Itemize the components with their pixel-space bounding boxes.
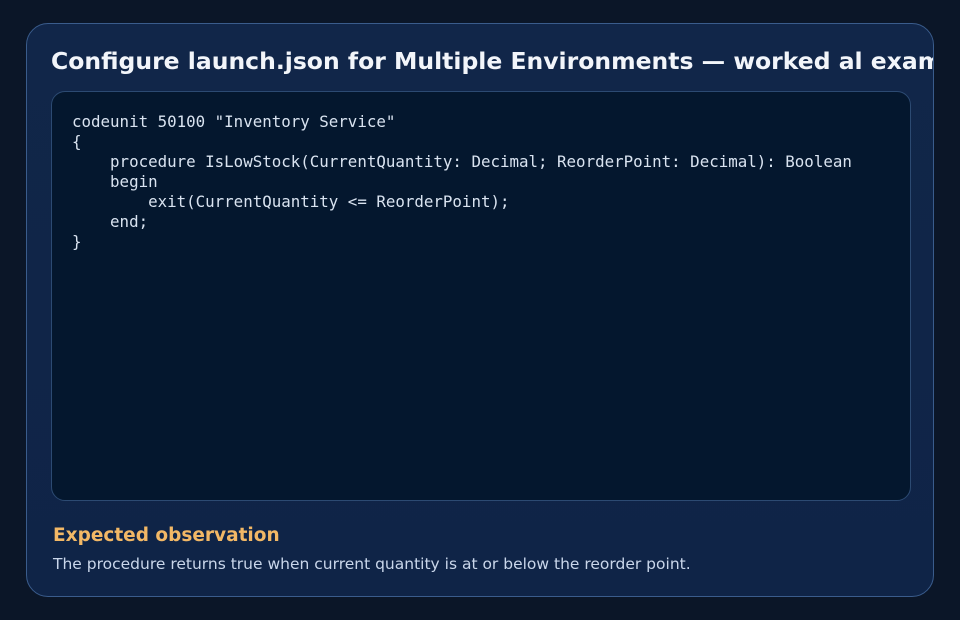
page-title: Configure launch.json for Multiple Envir… xyxy=(51,47,934,75)
code-block: codeunit 50100 "Inventory Service" { pro… xyxy=(51,91,911,501)
code-line: begin xyxy=(72,172,158,191)
example-card: Configure launch.json for Multiple Envir… xyxy=(26,23,934,597)
code-line: end; xyxy=(72,212,149,231)
observation-heading: Expected observation xyxy=(53,525,280,546)
observation-text: The procedure returns true when current … xyxy=(53,555,691,573)
code-line: codeunit 50100 "Inventory Service" xyxy=(72,112,396,131)
code-line: } xyxy=(72,232,82,251)
code-line: { xyxy=(72,132,82,151)
code-line: exit(CurrentQuantity <= ReorderPoint); xyxy=(72,192,510,211)
code-line: procedure IsLowStock(CurrentQuantity: De… xyxy=(72,152,852,171)
code-content: codeunit 50100 "Inventory Service" { pro… xyxy=(72,112,852,252)
